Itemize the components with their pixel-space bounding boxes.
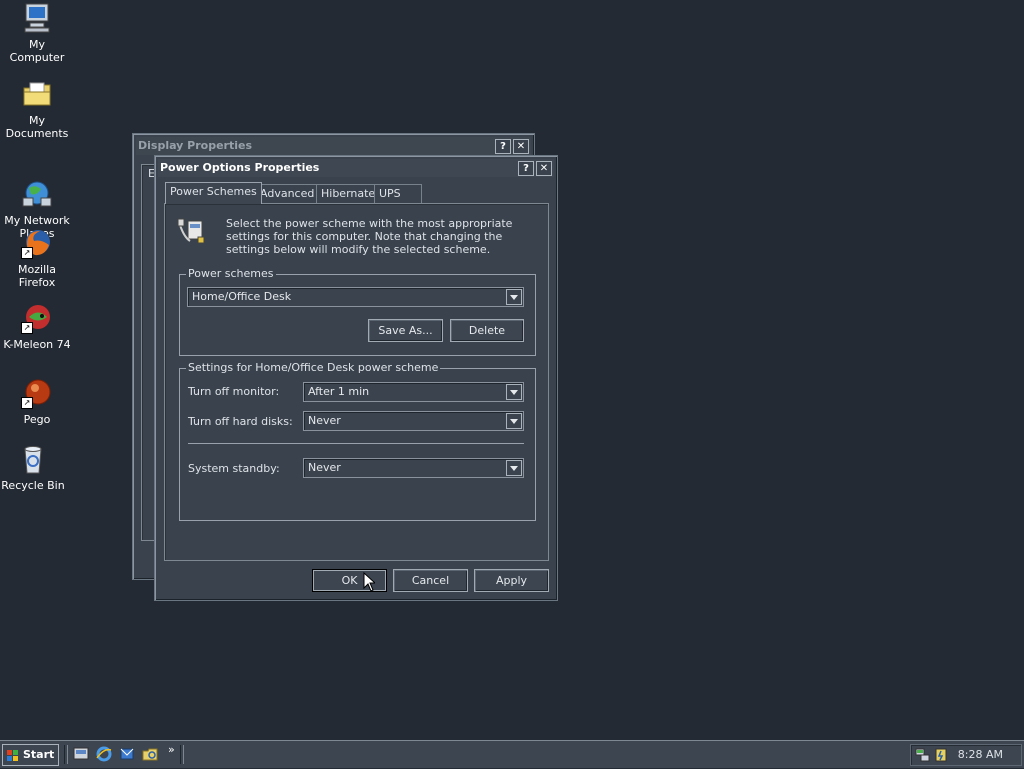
chevron-down-icon[interactable] xyxy=(506,289,522,305)
desktop-icon-label: Mozilla Firefox xyxy=(18,263,56,289)
system-standby-select[interactable]: Never xyxy=(303,458,524,478)
show-desktop-icon[interactable] xyxy=(73,746,89,762)
ie-icon[interactable] xyxy=(96,746,112,762)
mouse-cursor-icon xyxy=(363,571,377,592)
tab-ups[interactable]: UPS xyxy=(374,184,422,203)
system-standby-label: System standby: xyxy=(188,462,280,475)
desktop-icon-my-computer[interactable]: My Computer xyxy=(0,2,74,64)
network-icon xyxy=(21,165,53,207)
shortcut-arrow-icon: ↗ xyxy=(21,397,33,409)
windows-logo-icon xyxy=(7,749,19,761)
tab-hibernate[interactable]: Hibernate xyxy=(316,184,381,203)
start-button[interactable]: Start xyxy=(2,744,59,766)
power-scheme-value: Home/Office Desk xyxy=(192,290,292,303)
power-options-titlebar[interactable]: Power Options Properties ? ✕ xyxy=(158,159,554,177)
turn-off-hard-disks-value: Never xyxy=(308,414,341,427)
turn-off-monitor-select[interactable]: After 1 min xyxy=(303,382,524,402)
system-standby-value: Never xyxy=(308,461,341,474)
chevron-down-icon[interactable] xyxy=(506,413,522,429)
power-scheme-select[interactable]: Home/Office Desk xyxy=(187,287,524,307)
desktop-icon-label: Pego xyxy=(23,413,51,426)
desktop-icon-kmeleon[interactable]: ↗ K-Meleon 74 xyxy=(0,302,74,351)
explorer-icon[interactable] xyxy=(142,746,158,762)
desktop-icon-recycle-bin[interactable]: Recycle Bin xyxy=(0,443,70,492)
shortcut-arrow-icon: ↗ xyxy=(21,247,33,259)
close-button[interactable]: ✕ xyxy=(536,161,552,176)
quick-launch-overflow-icon[interactable]: » xyxy=(168,743,175,756)
desktop-icon-label: My Documents xyxy=(5,114,69,140)
network-tray-icon[interactable] xyxy=(915,747,931,763)
desktop-icon-pego[interactable]: ↗ Pego xyxy=(0,377,74,426)
taskbar-separator xyxy=(64,745,68,764)
power-schemes-description: Select the power scheme with the most ap… xyxy=(226,217,513,256)
pego-icon: ↗ xyxy=(21,377,53,409)
desktop-icon-firefox[interactable]: ↗ Mozilla Firefox xyxy=(0,227,74,289)
cancel-button[interactable]: Cancel xyxy=(393,569,468,592)
settings-divider xyxy=(188,443,524,444)
desktop-icon-label: Recycle Bin xyxy=(1,479,65,492)
recycle-bin-icon xyxy=(17,443,49,475)
desktop-icon-label: K-Meleon 74 xyxy=(3,338,71,351)
ok-button[interactable]: OK xyxy=(312,569,387,592)
desktop-icon-label: My Computer xyxy=(9,38,65,64)
power-schemes-group-label: Power schemes xyxy=(186,267,276,280)
turn-off-hard-disks-select[interactable]: Never xyxy=(303,411,524,431)
tab-power-schemes[interactable]: Power Schemes xyxy=(165,182,262,204)
help-button[interactable]: ? xyxy=(495,139,511,154)
scheme-settings-group-label: Settings for Home/Office Desk power sche… xyxy=(186,361,441,374)
desktop-icon-my-documents[interactable]: My Documents xyxy=(0,78,74,140)
folder-icon xyxy=(21,78,53,110)
taskbar: Start » 8:28 AM xyxy=(0,740,1024,768)
clock[interactable]: 8:28 AM xyxy=(958,745,1003,765)
delete-button[interactable]: Delete xyxy=(450,319,524,342)
turn-off-hard-disks-label: Turn off hard disks: xyxy=(188,415,293,428)
window-title: Power Options Properties xyxy=(160,161,320,174)
start-label: Start xyxy=(23,748,55,761)
kmeleon-icon: ↗ xyxy=(21,302,53,334)
save-as-button[interactable]: Save As... xyxy=(368,319,443,342)
computer-icon xyxy=(21,2,53,34)
system-tray: 8:28 AM xyxy=(910,744,1022,766)
power-tray-icon[interactable] xyxy=(933,747,949,763)
shortcut-arrow-icon: ↗ xyxy=(21,322,33,334)
turn-off-monitor-value: After 1 min xyxy=(308,385,370,398)
window-title: Display Properties xyxy=(138,139,253,152)
firefox-icon: ↗ xyxy=(21,227,53,259)
tab-advanced[interactable]: Advanced xyxy=(255,184,320,203)
close-button[interactable]: ✕ xyxy=(513,139,529,154)
display-properties-titlebar[interactable]: Display Properties ? ✕ xyxy=(136,137,531,155)
turn-off-monitor-label: Turn off monitor: xyxy=(188,385,280,398)
help-button[interactable]: ? xyxy=(518,161,534,176)
taskbar-separator xyxy=(180,745,184,764)
chevron-down-icon[interactable] xyxy=(506,460,522,476)
apply-button[interactable]: Apply xyxy=(474,569,549,592)
outlook-icon[interactable] xyxy=(119,746,135,762)
chevron-down-icon[interactable] xyxy=(506,384,522,400)
power-plug-icon xyxy=(176,215,210,249)
